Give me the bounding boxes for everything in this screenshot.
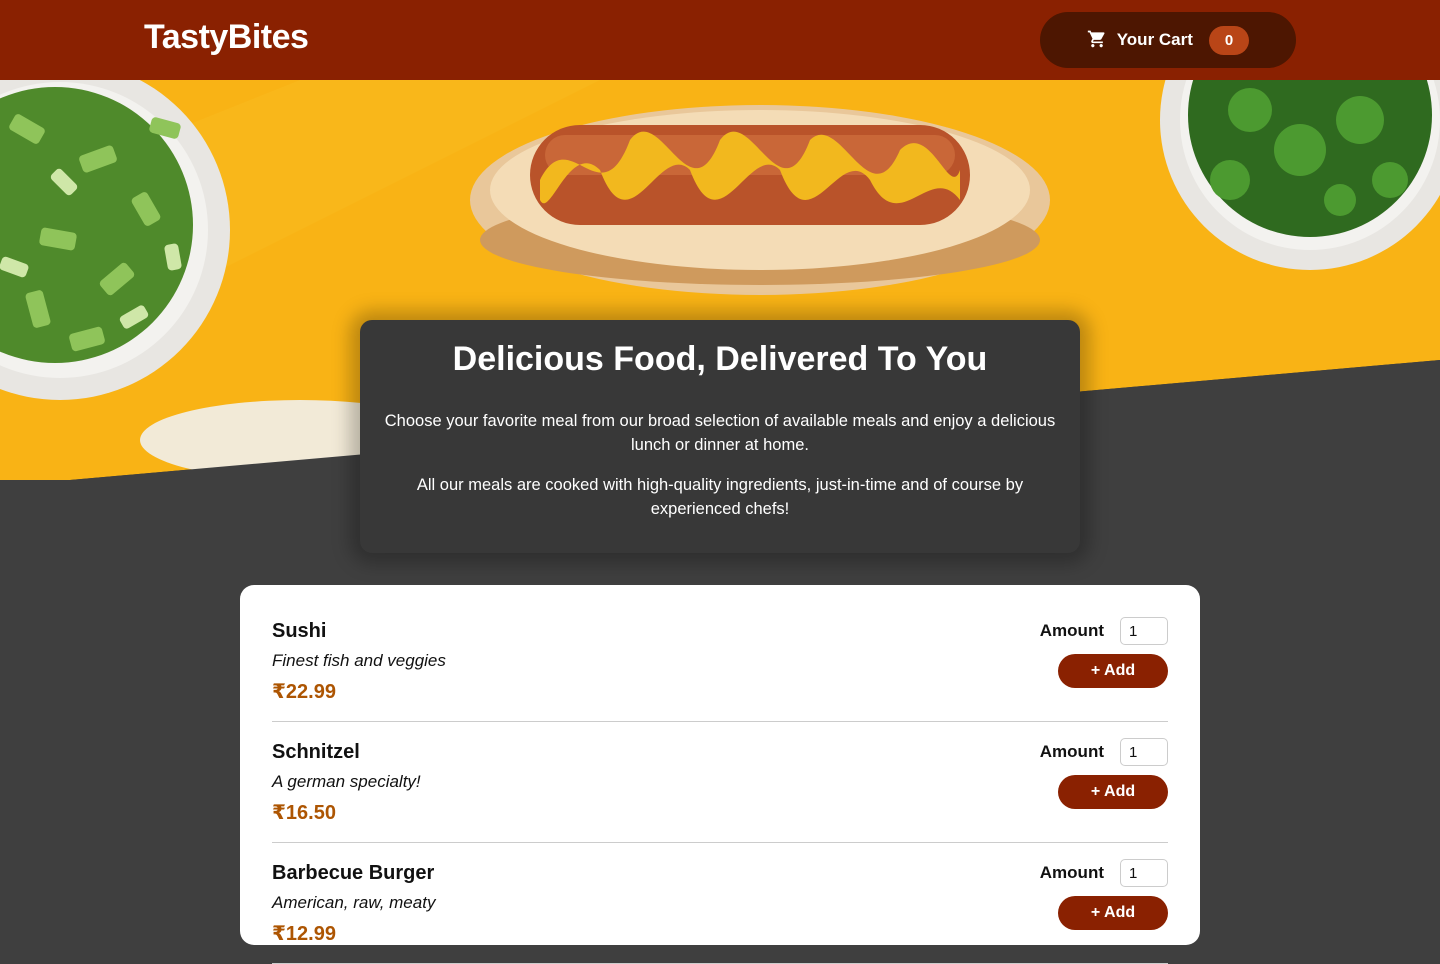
cart-label: Your Cart — [1116, 30, 1193, 49]
meal-name: Sushi — [272, 620, 327, 642]
meal-description: Finest fish and veggies — [272, 651, 446, 670]
meal-price: ₹22.99 — [272, 681, 336, 703]
meal-item: Sushi Finest fish and veggies ₹22.99 Amo… — [272, 601, 1168, 722]
cart-button[interactable]: Your Cart 0 — [1040, 12, 1296, 68]
add-to-cart-button[interactable]: + Add — [1058, 896, 1168, 930]
summary-paragraph: Choose your favorite meal from our broad… — [384, 412, 1056, 454]
add-to-cart-button[interactable]: + Add — [1058, 775, 1168, 809]
add-to-cart-button[interactable]: + Add — [1058, 654, 1168, 688]
site-header: TastyBites Your Cart 0 — [0, 0, 1440, 80]
amount-input[interactable] — [1120, 738, 1168, 766]
site-logo[interactable]: TastyBites — [144, 18, 309, 57]
summary-title: Delicious Food, Delivered To You — [452, 340, 988, 378]
meal-description: A german specialty! — [272, 772, 421, 791]
meal-price: ₹12.99 — [272, 923, 336, 945]
meals-list: Sushi Finest fish and veggies ₹22.99 Amo… — [240, 585, 1200, 964]
amount-input[interactable] — [1120, 617, 1168, 645]
meal-item: Barbecue Burger American, raw, meaty ₹12… — [272, 843, 1168, 964]
meal-name: Schnitzel — [272, 741, 360, 763]
amount-input[interactable] — [1120, 859, 1168, 887]
amount-label: Amount — [1039, 863, 1104, 882]
cart-count-badge: 0 — [1208, 25, 1250, 55]
amount-label: Amount — [1039, 742, 1104, 761]
summary-paragraph: All our meals are cooked with high-quali… — [416, 476, 1024, 518]
meal-item: Schnitzel A german specialty! ₹16.50 Amo… — [272, 722, 1168, 843]
meal-price: ₹16.50 — [272, 802, 336, 824]
summary-card: Delicious Food, Delivered To You Choose … — [360, 320, 1080, 553]
amount-label: Amount — [1039, 621, 1104, 640]
meal-description: American, raw, meaty — [272, 893, 436, 912]
meal-name: Barbecue Burger — [272, 862, 435, 884]
shopping-cart-icon — [1087, 29, 1107, 52]
